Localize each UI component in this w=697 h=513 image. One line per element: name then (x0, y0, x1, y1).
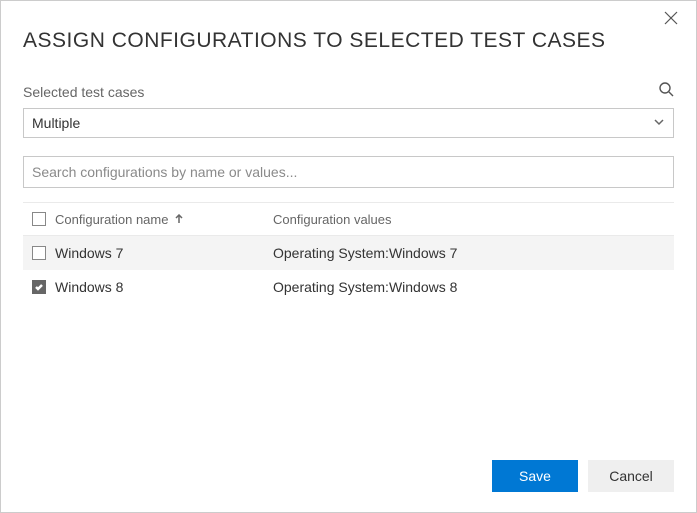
selected-cases-dropdown[interactable]: Multiple (23, 108, 674, 138)
row-checkbox[interactable] (32, 246, 46, 260)
config-values-cell: Operating System:Windows 7 (273, 245, 674, 261)
selected-cases-row: Selected test cases (23, 81, 674, 102)
table-row[interactable]: Windows 7Operating System:Windows 7 (23, 236, 674, 270)
configurations-table: Configuration name Configuration values … (23, 202, 674, 304)
config-name-cell: Windows 7 (55, 245, 273, 261)
chevron-down-icon (653, 115, 665, 131)
column-header-values-label: Configuration values (273, 212, 392, 227)
column-header-values[interactable]: Configuration values (273, 212, 674, 227)
selected-cases-value: Multiple (32, 115, 80, 131)
config-values-cell: Operating System:Windows 8 (273, 279, 674, 295)
search-icon[interactable] (658, 81, 674, 102)
sort-ascending-icon (174, 212, 184, 227)
table-header: Configuration name Configuration values (23, 202, 674, 236)
table-row[interactable]: Windows 8Operating System:Windows 8 (23, 270, 674, 304)
row-checkbox[interactable] (32, 280, 46, 294)
config-name-cell: Windows 8 (55, 279, 273, 295)
close-icon (664, 12, 678, 29)
close-button[interactable] (664, 11, 682, 29)
column-header-name[interactable]: Configuration name (55, 212, 273, 227)
assign-configurations-dialog: ASSIGN CONFIGURATIONS TO SELECTED TEST C… (0, 0, 697, 513)
select-all-checkbox[interactable] (32, 212, 46, 226)
search-configurations-input[interactable] (23, 156, 674, 188)
dialog-title: ASSIGN CONFIGURATIONS TO SELECTED TEST C… (23, 29, 674, 53)
column-header-name-label: Configuration name (55, 212, 168, 227)
save-button[interactable]: Save (492, 460, 578, 492)
dialog-footer: Save Cancel (492, 460, 674, 492)
selected-cases-label: Selected test cases (23, 84, 144, 100)
cancel-button[interactable]: Cancel (588, 460, 674, 492)
